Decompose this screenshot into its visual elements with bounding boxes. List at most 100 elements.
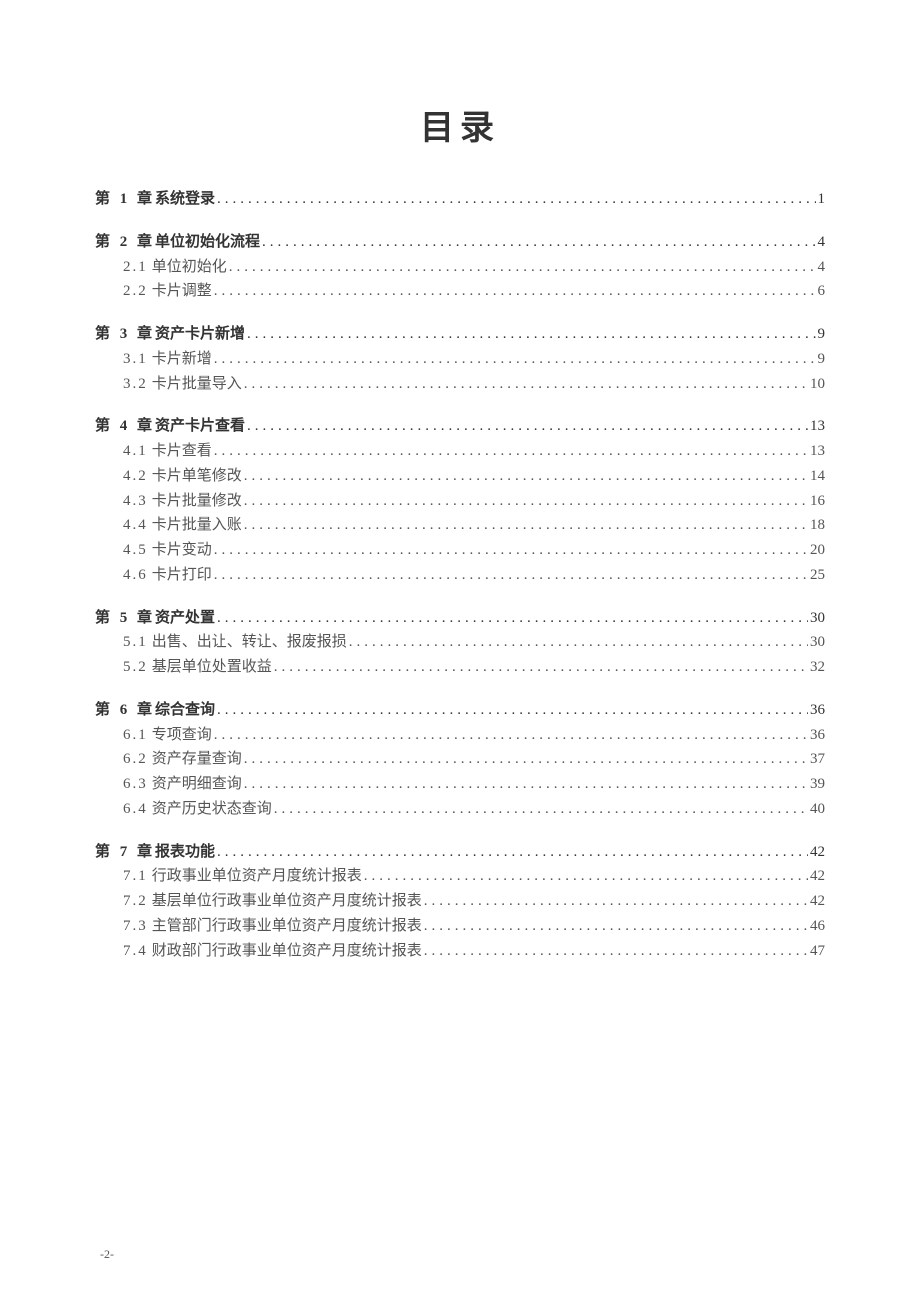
toc-section-line: 7.4财政部门行政事业单位资产月度统计报表 47 [95, 939, 825, 964]
chapter-prefix: 第 1 章 [95, 187, 155, 212]
page-number: -2- [100, 1247, 114, 1262]
section-page: 10 [810, 372, 825, 397]
section-page: 13 [810, 439, 825, 464]
leader-dots [424, 939, 808, 964]
toc-page: 目录 第 1 章 系统登录1第 2 章 单位初始化流程42.1单位初始化 42.… [0, 0, 920, 963]
leader-dots [274, 655, 808, 680]
section-page: 36 [810, 723, 825, 748]
section-label: 卡片批量入账 [152, 513, 242, 538]
section-label: 资产明细查询 [152, 772, 242, 797]
toc-section-line: 4.6卡片打印 25 [95, 563, 825, 588]
toc-section-line: 6.4资产历史状态查询 40 [95, 797, 825, 822]
toc-section-line: 5.2基层单位处置收益 32 [95, 655, 825, 680]
leader-dots [244, 747, 808, 772]
toc-section-line: 3.2卡片批量导入 10 [95, 372, 825, 397]
toc-group: 第 5 章 资产处置305.1出售、出让、转让、报废报损 305.2基层单位处置… [95, 606, 825, 680]
section-number: 4.3 [123, 489, 148, 514]
chapter-page: 42 [810, 840, 825, 865]
section-page: 46 [810, 914, 825, 939]
toc-chapter-line: 第 2 章 单位初始化流程4 [95, 230, 825, 255]
toc-title: 目录 [95, 100, 825, 149]
toc-section-line: 5.1出售、出让、转让、报废报损 30 [95, 630, 825, 655]
section-page: 4 [818, 255, 826, 280]
leader-dots [217, 698, 808, 723]
toc-section-line: 4.1卡片查看 13 [95, 439, 825, 464]
section-label: 卡片单笔修改 [152, 464, 242, 489]
section-label: 单位初始化 [152, 255, 227, 280]
toc-section-line: 6.3资产明细查询 39 [95, 772, 825, 797]
chapter-page: 13 [810, 414, 825, 439]
section-label: 卡片查看 [152, 439, 212, 464]
section-number: 4.4 [123, 513, 148, 538]
section-label: 卡片批量修改 [152, 489, 242, 514]
section-page: 9 [818, 347, 826, 372]
section-page: 25 [810, 563, 825, 588]
section-label: 卡片变动 [152, 538, 212, 563]
section-number: 4.6 [123, 563, 148, 588]
toc-group: 第 1 章 系统登录1 [95, 187, 825, 212]
chapter-prefix: 第 6 章 [95, 698, 155, 723]
chapter-prefix: 第 3 章 [95, 322, 155, 347]
section-page: 37 [810, 747, 825, 772]
section-label: 财政部门行政事业单位资产月度统计报表 [152, 939, 422, 964]
toc-chapter-line: 第 7 章 报表功能 42 [95, 840, 825, 865]
leader-dots [214, 279, 816, 304]
section-page: 32 [810, 655, 825, 680]
chapter-prefix: 第 7 章 [95, 840, 155, 865]
leader-dots [217, 606, 808, 631]
toc-section-line: 4.5卡片变动 20 [95, 538, 825, 563]
leader-dots [244, 372, 808, 397]
section-number: 4.1 [123, 439, 148, 464]
leader-dots [214, 439, 808, 464]
section-number: 7.3 [123, 914, 148, 939]
leader-dots [214, 538, 808, 563]
chapter-page: 1 [818, 187, 826, 212]
section-number: 2.1 [123, 255, 148, 280]
chapter-page: 4 [818, 230, 826, 255]
toc-group: 第 4 章 资产卡片查看134.1卡片查看 134.2卡片单笔修改 144.3卡… [95, 414, 825, 587]
section-label: 卡片新增 [152, 347, 212, 372]
toc-group: 第 3 章 资产卡片新增93.1卡片新增 93.2卡片批量导入 10 [95, 322, 825, 396]
leader-dots [244, 464, 808, 489]
toc-group: 第 7 章 报表功能427.1行政事业单位资产月度统计报表 427.2基层单位行… [95, 840, 825, 964]
leader-dots [262, 230, 815, 255]
chapter-label: 资产卡片新增 [155, 322, 245, 347]
section-label: 专项查询 [152, 723, 212, 748]
leader-dots [217, 187, 815, 212]
section-page: 42 [810, 864, 825, 889]
section-number: 3.1 [123, 347, 148, 372]
section-number: 6.1 [123, 723, 148, 748]
leader-dots [274, 797, 808, 822]
leader-dots [214, 347, 816, 372]
section-label: 卡片调整 [152, 279, 212, 304]
toc-section-line: 7.1行政事业单位资产月度统计报表 42 [95, 864, 825, 889]
leader-dots [247, 414, 808, 439]
chapter-prefix: 第 2 章 [95, 230, 155, 255]
toc-section-line: 6.1专项查询 36 [95, 723, 825, 748]
leader-dots [424, 914, 808, 939]
leader-dots [244, 513, 808, 538]
section-page: 14 [810, 464, 825, 489]
leader-dots [214, 723, 808, 748]
toc-chapter-line: 第 6 章 综合查询36 [95, 698, 825, 723]
section-label: 资产历史状态查询 [152, 797, 272, 822]
section-label: 资产存量查询 [152, 747, 242, 772]
toc-section-line: 3.1卡片新增 9 [95, 347, 825, 372]
toc-group: 第 6 章 综合查询366.1专项查询 366.2资产存量查询 376.3资产明… [95, 698, 825, 822]
chapter-label: 资产处置 [155, 606, 215, 631]
chapter-label: 报表功能 [155, 840, 215, 865]
toc-chapter-line: 第 5 章 资产处置30 [95, 606, 825, 631]
section-number: 7.4 [123, 939, 148, 964]
section-number: 7.2 [123, 889, 148, 914]
section-number: 4.2 [123, 464, 148, 489]
chapter-prefix: 第 5 章 [95, 606, 155, 631]
chapter-page: 9 [818, 322, 826, 347]
leader-dots [424, 889, 808, 914]
section-number: 5.1 [123, 630, 148, 655]
toc-section-line: 6.2资产存量查询 37 [95, 747, 825, 772]
section-label: 卡片批量导入 [152, 372, 242, 397]
section-page: 20 [810, 538, 825, 563]
toc-chapter-line: 第 1 章 系统登录1 [95, 187, 825, 212]
leader-dots [244, 489, 808, 514]
leader-dots [247, 322, 815, 347]
